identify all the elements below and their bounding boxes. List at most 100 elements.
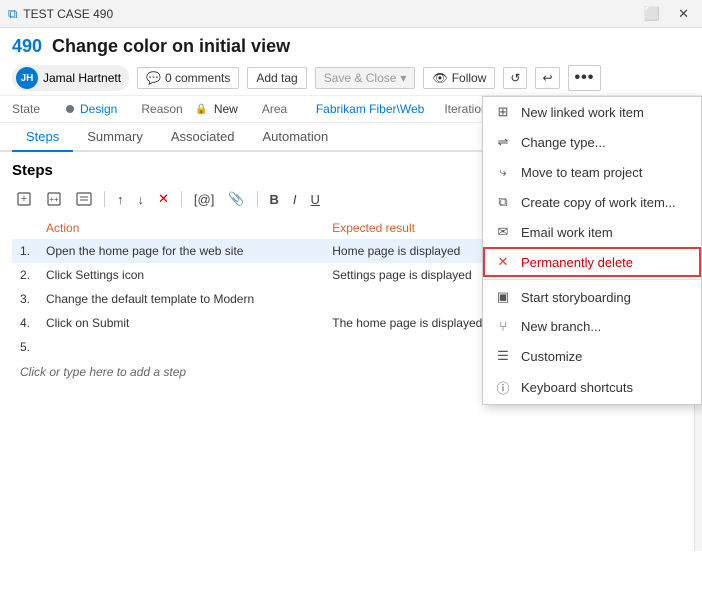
menu-item-perm-delete[interactable]: ✕Permanently delete	[483, 247, 701, 277]
follow-label: Follow	[452, 71, 487, 85]
toolbar-add-step[interactable]: +	[12, 189, 36, 209]
reason-label: Reason	[141, 102, 189, 116]
step-action[interactable]: Click on Submit	[38, 311, 324, 335]
title-bar-right: ⬜ ✕	[639, 4, 694, 24]
state-label: State	[12, 102, 60, 116]
toolbar-insert-step[interactable]	[72, 189, 96, 209]
app-icon: ⧉	[8, 6, 17, 22]
step-num: 1.	[12, 239, 38, 263]
branch-icon: ⑂	[495, 319, 511, 334]
toolbar-move-down[interactable]: ↓	[134, 190, 149, 209]
work-item-id: 490	[12, 36, 42, 57]
grid-icon: ⊞	[495, 104, 511, 120]
undo-icon: ↩	[542, 71, 552, 85]
maximize-button[interactable]: ⬜	[639, 4, 665, 24]
info-icon: ⓘ	[495, 378, 511, 397]
work-item-title: 490 Change color on initial view	[12, 36, 690, 57]
step-action[interactable]: Change the default template to Modern	[38, 287, 324, 311]
menu-item-label: Customize	[521, 349, 582, 364]
state-value[interactable]: Design	[80, 102, 117, 116]
toolbar-move-up[interactable]: ↑	[113, 190, 128, 209]
menu-item-label: Start storyboarding	[521, 290, 631, 305]
menu-item-move-team[interactable]: ⤷Move to team project	[483, 157, 701, 187]
menu-item-email-item[interactable]: ✉ Email work item	[483, 217, 701, 247]
lock-icon: 🔒	[195, 104, 207, 115]
menu-item-start-story[interactable]: ▣ Start storyboarding	[483, 282, 701, 312]
step-action[interactable]: Open the home page for the web site	[38, 239, 324, 263]
refresh-button[interactable]: ↺	[503, 67, 527, 89]
close-button[interactable]: ✕	[673, 4, 694, 24]
menu-item-new-branch[interactable]: ⑂ New branch...	[483, 312, 701, 341]
tab-automation[interactable]: Automation	[248, 123, 342, 152]
col-num	[12, 219, 38, 239]
user-name: Jamal Hartnett	[43, 71, 121, 85]
area-field: Area Fabrikam Fiber\Web	[262, 102, 424, 116]
title-bar-text: TEST CASE 490	[23, 7, 113, 21]
comments-button[interactable]: 💬 0 comments	[137, 67, 239, 89]
save-close-button[interactable]: Save & Close ▾	[315, 67, 416, 89]
step-action[interactable]: Click Settings icon	[38, 263, 324, 287]
refresh-icon: ↺	[510, 71, 520, 85]
toolbar-param[interactable]: [@]	[190, 190, 218, 209]
arrows-icon: ⇌	[495, 134, 511, 150]
svg-text:++: ++	[49, 195, 59, 204]
tab-steps[interactable]: Steps	[12, 123, 73, 152]
toolbar-italic[interactable]: I	[289, 190, 301, 209]
toolbar-delete[interactable]: ✕	[154, 189, 173, 209]
toolbar-attach[interactable]: 📎	[224, 189, 248, 209]
menu-divider	[483, 279, 701, 280]
more-icon: •••	[575, 69, 595, 87]
more-button[interactable]: •••	[568, 65, 602, 91]
copy-icon: ⧉	[495, 194, 511, 210]
context-menu: ⊞ New linked work item ⇌Change type...⤷Mov…	[482, 96, 702, 405]
reason-field: Reason 🔒 New	[141, 102, 237, 116]
undo-button[interactable]: ↩	[535, 67, 559, 89]
step-num: 3.	[12, 287, 38, 311]
step-num: 5.	[12, 335, 38, 359]
col-action: Action	[38, 219, 324, 239]
svg-text:+: +	[21, 193, 27, 205]
area-value[interactable]: Fabrikam Fiber\Web	[316, 102, 424, 116]
menu-item-label: Permanently delete	[521, 255, 633, 270]
follow-icon: 👁	[432, 71, 447, 85]
step-num: 2.	[12, 263, 38, 287]
menu-item-new-linked[interactable]: ⊞ New linked work item	[483, 97, 701, 127]
save-dropdown-icon: ▾	[400, 71, 406, 85]
toolbar-sep-3	[257, 191, 258, 207]
save-label: Save & Close	[324, 71, 397, 85]
menu-item-keyboard[interactable]: ⓘKeyboard shortcuts	[483, 371, 701, 404]
state-dot	[66, 105, 74, 113]
title-bar-left: ⧉ TEST CASE 490	[8, 6, 113, 22]
work-item-title-text: Change color on initial view	[52, 36, 290, 57]
follow-button[interactable]: 👁 Follow	[423, 67, 495, 89]
toolbar-sep-1	[104, 191, 105, 207]
menu-item-label: Create copy of work item...	[521, 195, 676, 210]
menu-item-copy-work[interactable]: ⧉ Create copy of work item...	[483, 187, 701, 217]
toolbar-underline[interactable]: U	[307, 190, 324, 209]
area-label: Area	[262, 102, 310, 116]
step-num: 4.	[12, 311, 38, 335]
menu-item-label: Email work item	[521, 225, 613, 240]
tab-summary[interactable]: Summary	[73, 123, 157, 152]
menu-item-label: New branch...	[521, 319, 601, 334]
toolbar-add-shared-step[interactable]: ++	[42, 189, 66, 209]
avatar: JH	[16, 67, 38, 89]
add-tag-button[interactable]: Add tag	[247, 67, 306, 89]
comment-icon: 💬	[146, 71, 161, 85]
menu-item-customize[interactable]: ☰Customize	[483, 341, 701, 371]
menu-item-label: Move to team project	[521, 165, 642, 180]
menu-item-label: New linked work item	[521, 105, 644, 120]
work-item-actions: JH Jamal Hartnett 💬 0 comments Add tag S…	[12, 65, 690, 91]
state-field: State Design	[12, 102, 117, 116]
work-item-header: 490 Change color on initial view JH Jama…	[0, 28, 702, 96]
user-pill[interactable]: JH Jamal Hartnett	[12, 65, 129, 91]
email-icon: ✉	[495, 224, 511, 240]
title-bar: ⧉ TEST CASE 490 ⬜ ✕	[0, 0, 702, 28]
step-action[interactable]	[38, 335, 324, 359]
menu-item-change-type[interactable]: ⇌Change type...	[483, 127, 701, 157]
reason-value[interactable]: New	[214, 102, 238, 116]
story-icon: ▣	[495, 289, 511, 305]
toolbar-bold[interactable]: B	[266, 190, 283, 209]
tab-associated[interactable]: Associated	[157, 123, 249, 152]
toolbar-sep-2	[181, 191, 182, 207]
